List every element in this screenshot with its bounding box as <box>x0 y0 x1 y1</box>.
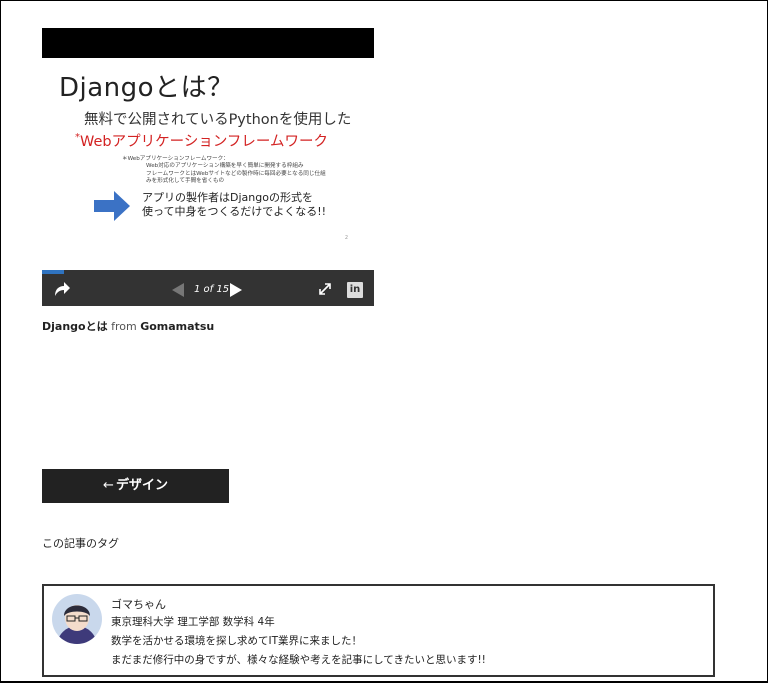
slideshow-embed[interactable]: Djangoとは？ 無料で公開されているPythonを使用した *Webアプリケ… <box>42 28 374 306</box>
prev-icon[interactable] <box>172 283 184 297</box>
linkedin-icon[interactable]: in <box>347 282 363 298</box>
slide-message-line1: アプリの製作者はDjangoの形式を <box>142 191 313 204</box>
slideshow-caption: Djangoとは from Gomamatsu <box>42 318 214 334</box>
slide-message: アプリの製作者はDjangoの形式を 使って中身をつくるだけでよくなる!! <box>142 191 326 219</box>
slide-note-line: みを形式化して手間を省くもの <box>146 178 225 185</box>
left-arrow-icon: ← <box>103 478 114 493</box>
slideshow-author-link[interactable]: Gomamatsu <box>140 320 214 333</box>
slide-subtitle-line1: 無料で公開されているPythonを使用した <box>84 112 352 128</box>
share-icon[interactable] <box>53 281 71 297</box>
slide-subtitle-text: Webアプリケーションフレームワーク <box>80 134 328 150</box>
embed-top-bar <box>42 28 374 58</box>
right-arrow-icon <box>94 191 130 221</box>
author-bio-line: まだまだ修行中の身ですが、様々な経験や考えを記事にしてきたいと思います!! <box>111 654 486 666</box>
slide-subtitle-line2: *Webアプリケーションフレームワーク <box>75 130 328 151</box>
slide-message-line2: 使って中身をつくるだけでよくなる!! <box>142 205 327 218</box>
slide-page-mark: 2 <box>344 235 348 241</box>
page-indicator: 1 of 15 <box>194 284 230 295</box>
slide-note: ＊Webアプリケーションフレームワーク： Web対応のアプリケーション構築を早く… <box>122 156 352 186</box>
prev-post-button[interactable]: ← デザイン <box>42 469 229 503</box>
tags-heading: この記事のタグ <box>42 537 119 550</box>
slide-note-line: Web対応のアプリケーション構築を早く簡単に開発する枠組み <box>146 163 304 170</box>
prev-post-label: デザイン <box>115 478 168 493</box>
player-controls: 1 of 15 in <box>42 274 374 306</box>
fullscreen-icon[interactable] <box>319 283 331 295</box>
author-affiliation: 東京理科大学 理工学部 数学科 4年 <box>111 616 275 628</box>
slideshow-title-link[interactable]: Djangoとは <box>42 320 108 333</box>
next-icon[interactable] <box>230 283 242 297</box>
slide-view[interactable]: Djangoとは？ 無料で公開されているPythonを使用した *Webアプリケ… <box>42 58 374 273</box>
avatar-illustration <box>57 605 97 644</box>
author-profile-box: ゴマちゃん 東京理科大学 理工学部 数学科 4年 数学を活かせる環境を探し求めて… <box>42 584 715 677</box>
author-name: ゴマちゃん <box>111 598 166 611</box>
caption-from: from <box>111 320 137 333</box>
author-bio-line: 数学を活かせる環境を探し求めてIT業界に来ました！ <box>111 635 363 647</box>
slide-title: Djangoとは？ <box>59 73 234 103</box>
avatar <box>52 594 102 644</box>
